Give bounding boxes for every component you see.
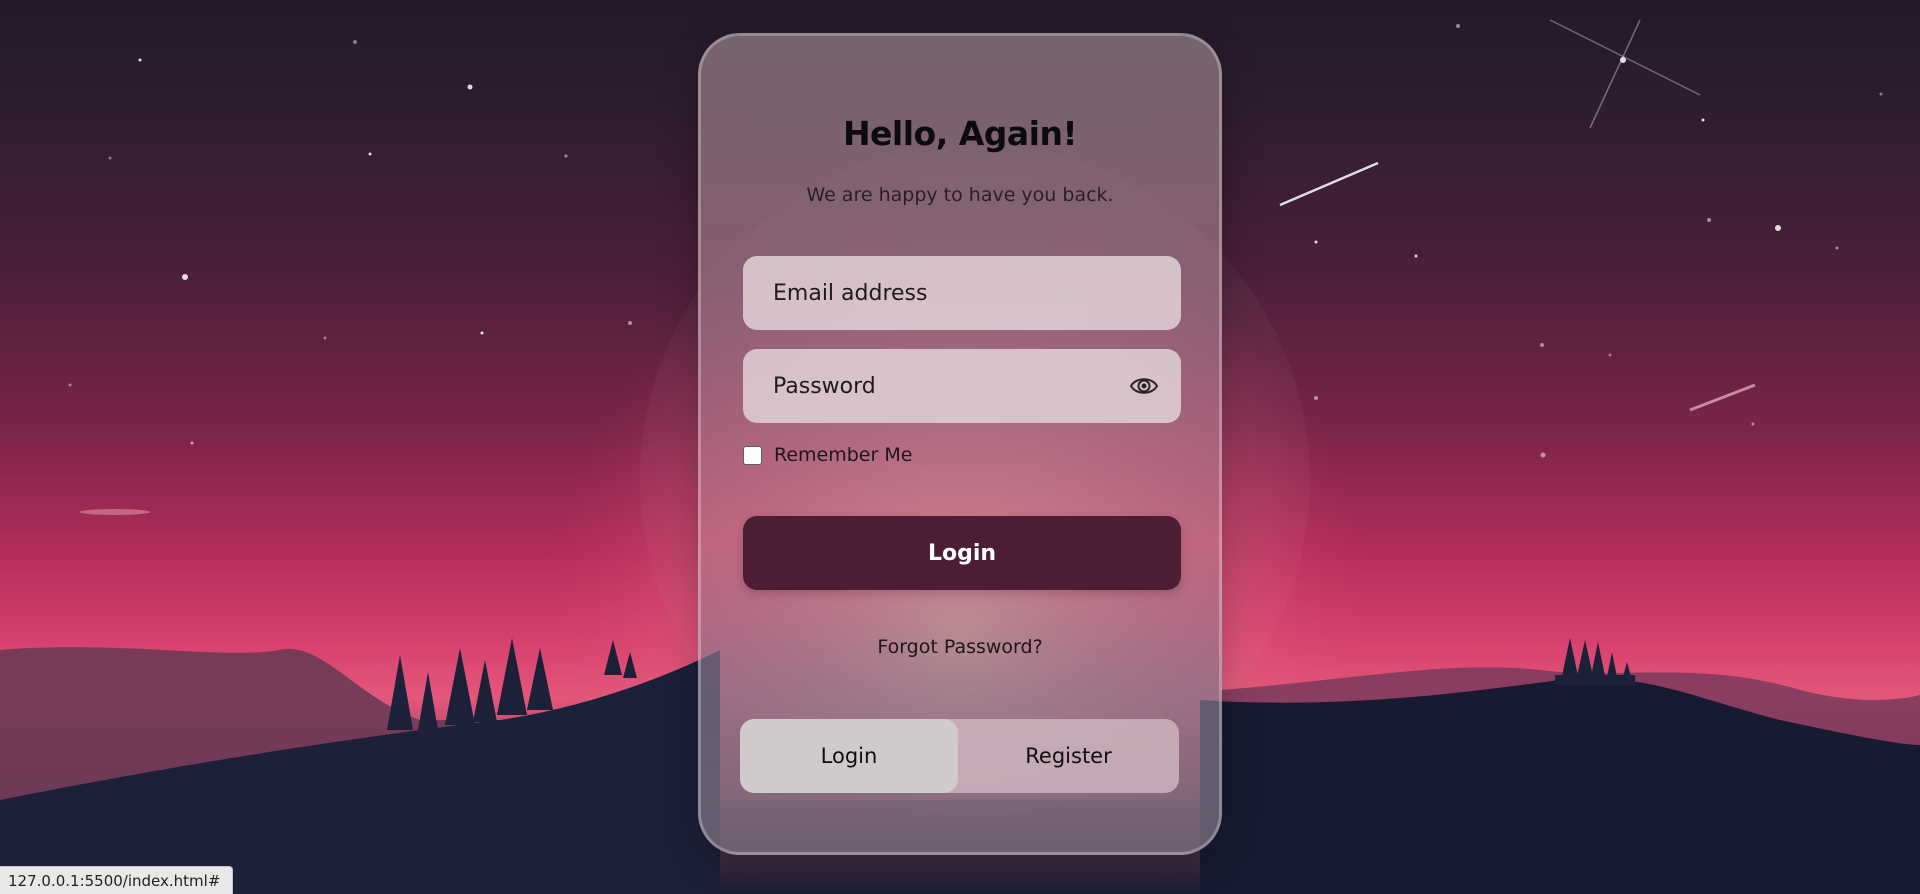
toggle-login[interactable]: Login <box>740 719 958 793</box>
remember-me-row[interactable]: Remember Me <box>743 444 912 466</box>
page-subtitle: We are happy to have you back. <box>806 184 1114 206</box>
login-card: Hello, Again! We are happy to have you b… <box>698 33 1222 855</box>
toggle-register[interactable]: Register <box>958 719 1179 793</box>
status-bar-url: 127.0.0.1:5500/index.html# <box>0 866 234 894</box>
auth-mode-toggle: Login Register <box>740 719 1179 793</box>
remember-me-checkbox[interactable] <box>743 445 762 465</box>
email-field[interactable] <box>743 256 1181 330</box>
forgot-password-link[interactable]: Forgot Password? <box>701 636 1219 658</box>
eye-icon[interactable] <box>1129 371 1159 401</box>
page-title: Hello, Again! <box>842 114 1078 153</box>
login-button[interactable]: Login <box>743 516 1181 590</box>
remember-me-label: Remember Me <box>774 444 913 466</box>
background-scene: Hello, Again! We are happy to have you b… <box>0 0 1920 894</box>
password-field[interactable] <box>743 349 1181 423</box>
